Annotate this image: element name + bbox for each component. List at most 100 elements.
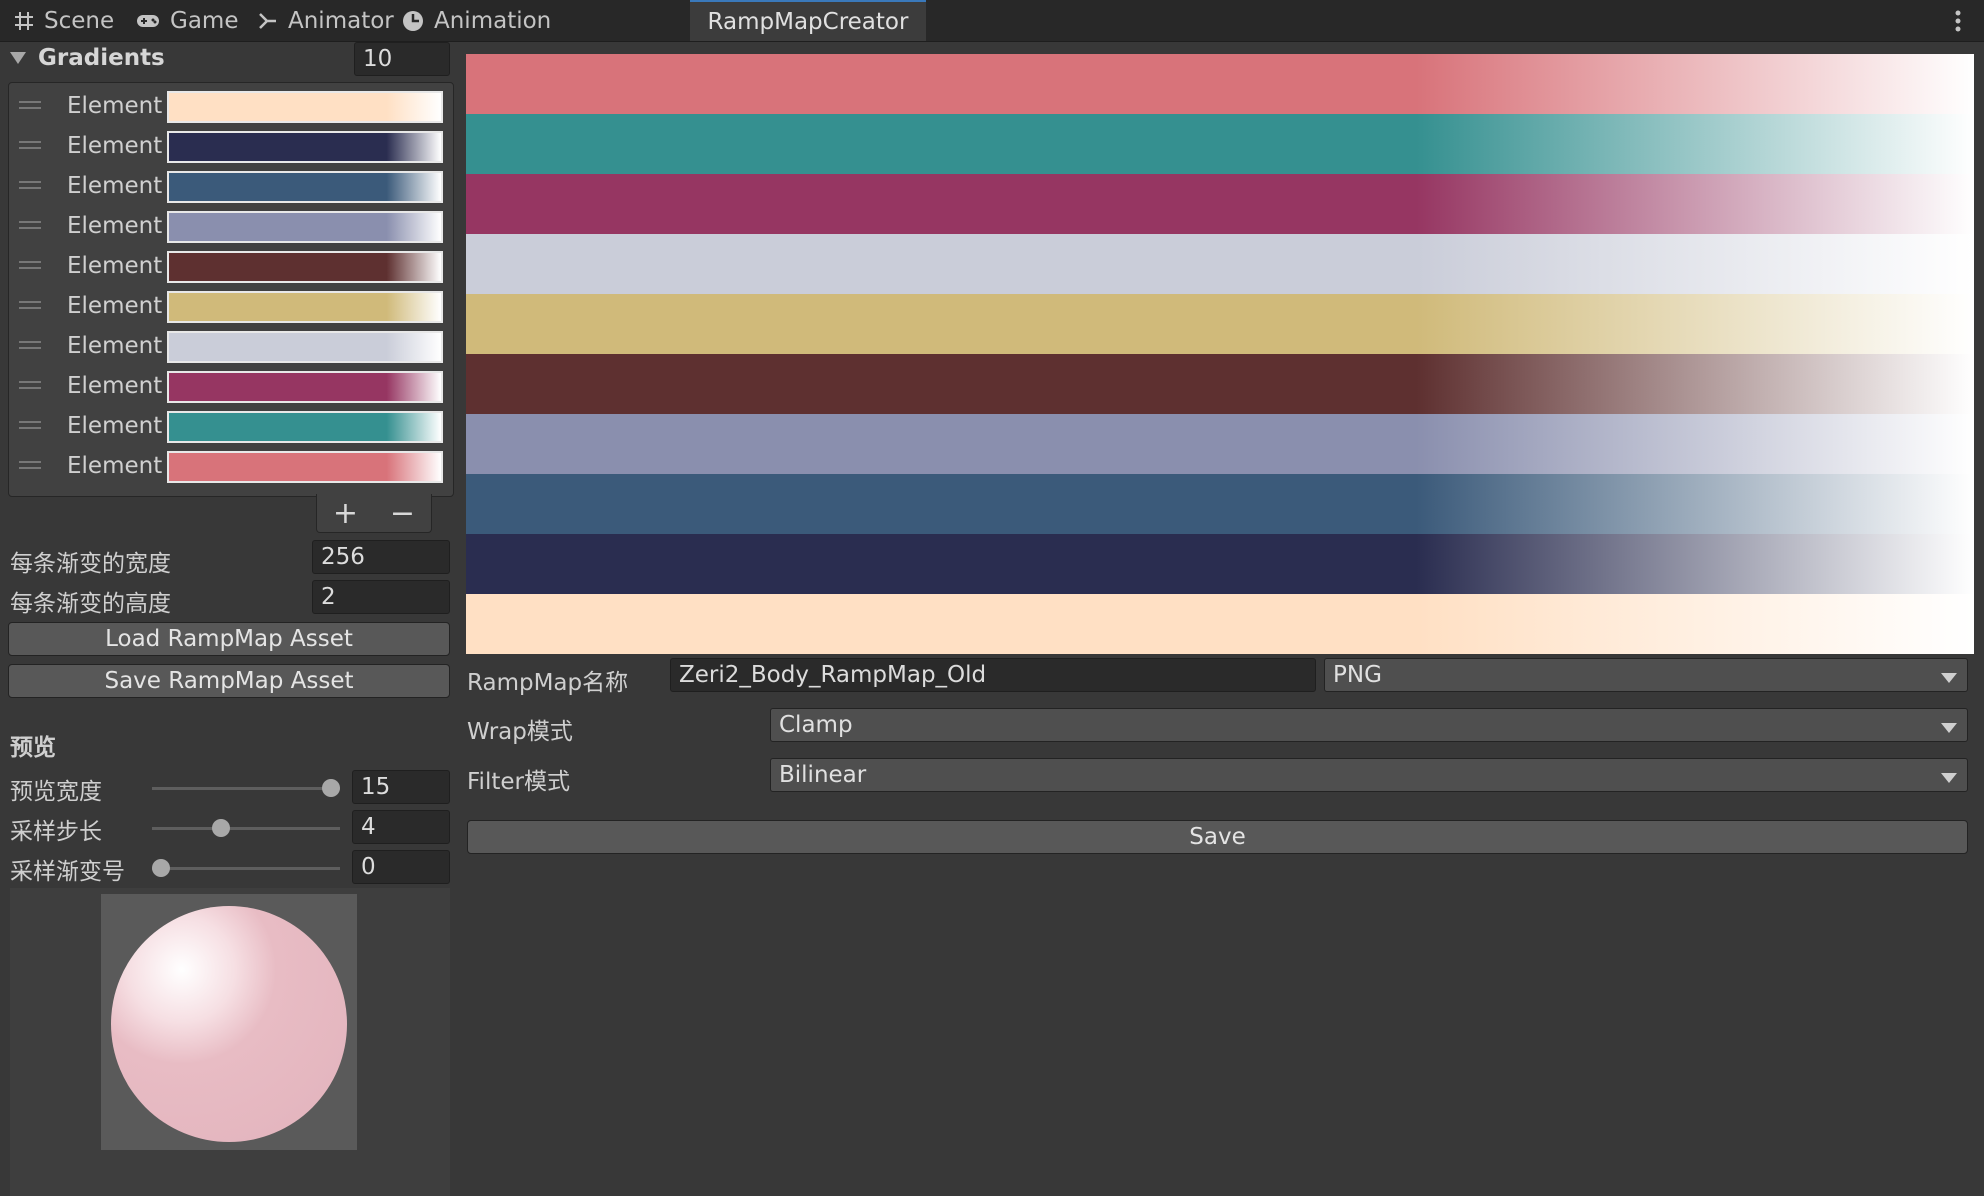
slider-label: 采样渐变号	[10, 859, 125, 885]
gradient-element-row[interactable]: Element	[9, 287, 453, 327]
slider-handle[interactable]	[322, 779, 340, 797]
gradient-swatch[interactable]	[167, 131, 443, 163]
element-label: Element	[67, 453, 163, 479]
chevron-down-icon	[1941, 723, 1957, 733]
element-label: Element	[67, 333, 163, 359]
gradient-element-row[interactable]: Element	[9, 407, 453, 447]
chevron-down-icon	[1941, 773, 1957, 783]
ramp-band	[466, 54, 1974, 114]
drag-handle-icon[interactable]	[19, 381, 41, 391]
wrap-mode-dropdown[interactable]: Clamp	[770, 708, 1968, 742]
ramp-band	[466, 354, 1974, 414]
filter-mode-label: Filter模式	[467, 769, 570, 795]
slider-track[interactable]	[152, 867, 340, 870]
ramp-band	[466, 114, 1974, 174]
format-value: PNG	[1333, 662, 1382, 688]
element-label: Element	[67, 93, 163, 119]
width-label: 每条渐变的宽度	[10, 551, 171, 577]
gradients-count-field[interactable]: 10	[354, 42, 450, 76]
slider-label: 预览宽度	[10, 779, 102, 805]
tab-label: RampMapCreator	[707, 8, 909, 35]
animator-icon	[259, 12, 276, 29]
width-field[interactable]: 256	[312, 540, 450, 574]
element-label: Element	[67, 253, 163, 279]
height-field[interactable]: 2	[312, 580, 450, 614]
ramp-band	[466, 594, 1974, 654]
slider-handle[interactable]	[211, 819, 230, 837]
slider-value-field[interactable]: 0	[352, 850, 450, 884]
tab-label: Scene	[44, 7, 115, 34]
gradient-element-row[interactable]: Element	[9, 127, 453, 167]
gradients-list: Element Element Element Element Element Eleme…	[8, 82, 454, 497]
remove-element-button[interactable]: −	[390, 496, 415, 531]
gradient-swatch[interactable]	[167, 91, 443, 123]
drag-handle-icon[interactable]	[19, 221, 41, 231]
gradient-swatch[interactable]	[167, 371, 443, 403]
tab-animation[interactable]: Animation	[402, 0, 551, 41]
list-footer: + −	[316, 494, 432, 533]
gradient-element-row[interactable]: Element	[9, 247, 453, 287]
ramp-band	[466, 234, 1974, 294]
ramp-band	[466, 474, 1974, 534]
gradient-element-row[interactable]: Element	[9, 327, 453, 367]
ramp-band	[466, 534, 1974, 594]
save-rampmap-asset-button[interactable]: Save RampMap Asset	[8, 664, 450, 698]
slider-handle[interactable]	[152, 859, 170, 877]
clock-icon	[403, 10, 423, 31]
gradient-element-row[interactable]: Element	[9, 367, 453, 407]
gradient-element-row[interactable]: Element	[9, 447, 453, 487]
drag-handle-icon[interactable]	[19, 421, 41, 431]
drag-handle-icon[interactable]	[19, 101, 41, 111]
drag-handle-icon[interactable]	[19, 461, 41, 471]
element-label: Element	[67, 293, 163, 319]
drag-handle-icon[interactable]	[19, 341, 41, 351]
more-options-icon[interactable]	[1950, 8, 1966, 34]
gradient-swatch[interactable]	[167, 251, 443, 283]
tab-label: Game	[170, 7, 239, 34]
filter-mode-value: Bilinear	[779, 762, 867, 788]
load-rampmap-button[interactable]: Load RampMap Asset	[8, 622, 450, 656]
element-label: Element	[67, 173, 163, 199]
slider-value-field[interactable]: 15	[352, 770, 450, 804]
slider-track[interactable]	[152, 827, 340, 830]
gamepad-icon	[137, 14, 159, 27]
foldout-arrow-icon[interactable]	[10, 52, 26, 64]
tab-scene[interactable]: Scene	[14, 0, 114, 41]
rampmap-preview	[466, 54, 1974, 654]
tab-label: Animation	[434, 7, 552, 34]
tab-animator[interactable]: Animator	[258, 0, 394, 41]
ramp-band	[466, 414, 1974, 474]
gradients-header[interactable]: Gradients	[38, 45, 165, 71]
element-label: Element	[67, 213, 163, 239]
drag-handle-icon[interactable]	[19, 181, 41, 191]
slider-value-field[interactable]: 4	[352, 810, 450, 844]
tab-rampmapcreator[interactable]: RampMapCreator	[690, 0, 926, 41]
gradient-swatch[interactable]	[167, 171, 443, 203]
gradient-swatch[interactable]	[167, 211, 443, 243]
format-dropdown[interactable]: PNG	[1324, 658, 1968, 692]
preview-texture	[101, 894, 357, 1150]
save-button[interactable]: Save	[467, 820, 1968, 854]
drag-handle-icon[interactable]	[19, 301, 41, 311]
gradient-swatch[interactable]	[167, 411, 443, 443]
add-element-button[interactable]: +	[333, 496, 358, 531]
preview-section-title: 预览	[10, 735, 56, 761]
height-label: 每条渐变的高度	[10, 591, 171, 617]
gradient-swatch[interactable]	[167, 331, 443, 363]
tab-game[interactable]: Game	[136, 0, 238, 41]
ramp-band	[466, 294, 1974, 354]
filter-mode-dropdown[interactable]: Bilinear	[770, 758, 1968, 792]
slider-track[interactable]	[152, 787, 340, 790]
ramp-band	[466, 174, 1974, 234]
gradient-element-row[interactable]: Element	[9, 167, 453, 207]
gradient-swatch[interactable]	[167, 451, 443, 483]
rampmap-name-label: RampMap名称	[467, 670, 629, 696]
drag-handle-icon[interactable]	[19, 261, 41, 271]
drag-handle-icon[interactable]	[19, 141, 41, 151]
element-label: Element	[67, 413, 163, 439]
gradient-element-row[interactable]: Element	[9, 87, 453, 127]
gradient-swatch[interactable]	[167, 291, 443, 323]
chevron-down-icon	[1941, 673, 1957, 683]
rampmap-name-field[interactable]: Zeri2_Body_RampMap_Old	[670, 658, 1316, 692]
gradient-element-row[interactable]: Element	[9, 207, 453, 247]
